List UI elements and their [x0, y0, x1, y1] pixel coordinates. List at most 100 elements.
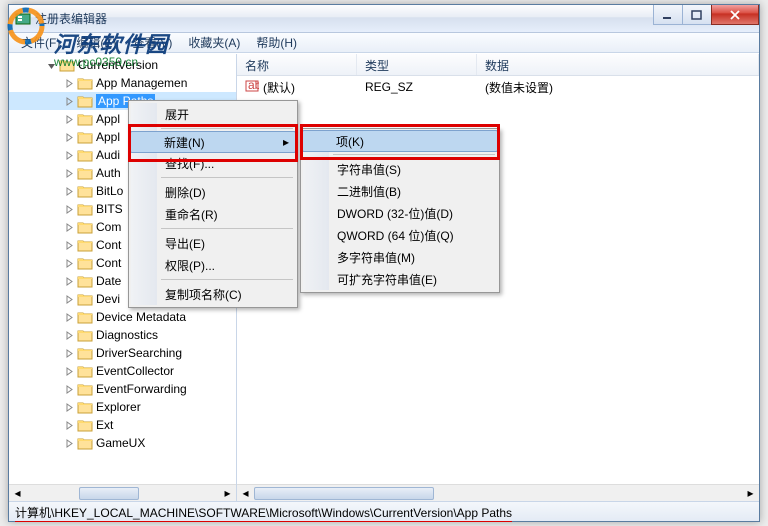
cm-new-expand[interactable]: 可扩充字符串值(E)	[303, 268, 497, 290]
tree-item[interactable]: Explorer	[9, 398, 236, 416]
menu-view[interactable]: 查看(V)	[124, 32, 180, 53]
tree-label: Auth	[96, 166, 121, 180]
col-data[interactable]: 数据	[477, 54, 759, 75]
col-name[interactable]: 名称	[237, 54, 357, 75]
expander-icon[interactable]	[63, 77, 75, 89]
cm-export[interactable]: 导出(E)	[131, 232, 295, 254]
cm-new-multi[interactable]: 多字符串值(M)	[303, 246, 497, 268]
expander-icon[interactable]	[63, 113, 75, 125]
menu-edit[interactable]: 编辑(E)	[68, 32, 124, 53]
expander-icon[interactable]	[63, 131, 75, 143]
cm-permissions[interactable]: 权限(P)...	[131, 254, 295, 276]
expander-icon[interactable]	[63, 275, 75, 287]
cm-find[interactable]: 查找(F)...	[131, 152, 295, 174]
tree-label: DriverSearching	[96, 346, 182, 360]
menu-favorites[interactable]: 收藏夹(A)	[180, 32, 248, 53]
tree-label: Device Metadata	[96, 310, 186, 324]
cm-copykey[interactable]: 复制项名称(C)	[131, 283, 295, 305]
expander-icon[interactable]	[63, 293, 75, 305]
scroll-left-icon[interactable]: ◂	[9, 485, 26, 502]
submenu-arrow-icon: ▸	[283, 135, 289, 149]
tree-label: CurrentVersion	[78, 58, 158, 72]
expander-icon[interactable]	[63, 311, 75, 323]
cm-new-key[interactable]: 项(K)	[302, 130, 498, 152]
tree-item[interactable]: Device Metadata	[9, 308, 236, 326]
tree-label: Com	[96, 220, 121, 234]
expander-icon[interactable]	[63, 257, 75, 269]
scroll-left-icon[interactable]: ◂	[237, 485, 254, 502]
app-icon	[15, 11, 31, 27]
list-header: 名称 类型 数据	[237, 54, 759, 76]
menu-file[interactable]: 文件(F)	[13, 32, 68, 53]
tree-item[interactable]: App Managemen	[9, 74, 236, 92]
context-menu-key: 展开 新建(N)▸ 查找(F)... 删除(D) 重命名(R) 导出(E) 权限…	[128, 100, 298, 308]
expander-icon[interactable]	[63, 203, 75, 215]
svg-text:ab: ab	[248, 79, 259, 92]
list-hscrollbar[interactable]: ◂ ▸	[237, 484, 759, 501]
tree-label: App Managemen	[96, 76, 187, 90]
minimize-button[interactable]	[653, 5, 683, 25]
expander-icon[interactable]	[45, 59, 57, 71]
tree-label: EventForwarding	[96, 382, 187, 396]
tree-root[interactable]: CurrentVersion	[9, 56, 236, 74]
cm-new-dword[interactable]: DWORD (32-位)值(D)	[303, 202, 497, 224]
tree-item[interactable]: GameUX	[9, 434, 236, 452]
cm-new-binary[interactable]: 二进制值(B)	[303, 180, 497, 202]
tree-label: Audi	[96, 148, 120, 162]
statusbar: 计算机\HKEY_LOCAL_MACHINE\SOFTWARE\Microsof…	[9, 501, 759, 521]
cell-name: (默认)	[263, 79, 295, 96]
scroll-right-icon[interactable]: ▸	[219, 485, 236, 502]
scroll-thumb[interactable]	[254, 487, 434, 500]
tree-label: Diagnostics	[96, 328, 158, 342]
tree-label: Devi	[96, 292, 120, 306]
scroll-thumb[interactable]	[79, 487, 139, 500]
expander-icon[interactable]	[63, 167, 75, 179]
expander-icon[interactable]	[63, 329, 75, 341]
expander-icon[interactable]	[63, 365, 75, 377]
tree-label: Explorer	[96, 400, 141, 414]
expander-icon[interactable]	[63, 437, 75, 449]
menubar: 文件(F) 编辑(E) 查看(V) 收藏夹(A) 帮助(H)	[9, 33, 759, 53]
expander-icon[interactable]	[63, 95, 75, 107]
string-value-icon: ab	[245, 79, 263, 96]
tree-hscrollbar[interactable]: ◂ ▸	[9, 484, 236, 501]
titlebar[interactable]: 注册表编辑器	[9, 5, 759, 33]
tree-item[interactable]: EventForwarding	[9, 380, 236, 398]
expander-icon[interactable]	[63, 347, 75, 359]
tree-label: BitLo	[96, 184, 123, 198]
expander-icon[interactable]	[63, 185, 75, 197]
tree-item[interactable]: Diagnostics	[9, 326, 236, 344]
cm-delete[interactable]: 删除(D)	[131, 181, 295, 203]
tree-label: BITS	[96, 202, 123, 216]
window-title: 注册表编辑器	[35, 10, 107, 27]
col-type[interactable]: 类型	[357, 54, 477, 75]
maximize-button[interactable]	[682, 5, 712, 25]
expander-icon[interactable]	[63, 221, 75, 233]
tree-label: Appl	[96, 112, 120, 126]
statusbar-path: 计算机\HKEY_LOCAL_MACHINE\SOFTWARE\Microsof…	[15, 506, 512, 522]
tree-item[interactable]: EventCollector	[9, 362, 236, 380]
cm-new-string[interactable]: 字符串值(S)	[303, 158, 497, 180]
expander-icon[interactable]	[63, 149, 75, 161]
expander-icon[interactable]	[63, 383, 75, 395]
tree-item[interactable]: Ext	[9, 416, 236, 434]
tree-label: EventCollector	[96, 364, 174, 378]
tree-label: Appl	[96, 130, 120, 144]
list-row[interactable]: ab(默认)REG_SZ(数值未设置)	[237, 78, 759, 96]
expander-icon[interactable]	[63, 419, 75, 431]
tree-label: Cont	[96, 256, 121, 270]
tree-label: Ext	[96, 418, 113, 432]
menu-help[interactable]: 帮助(H)	[248, 32, 305, 53]
tree-item[interactable]: DriverSearching	[9, 344, 236, 362]
cm-rename[interactable]: 重命名(R)	[131, 203, 295, 225]
tree-label: Date	[96, 274, 121, 288]
cm-expand[interactable]: 展开	[131, 103, 295, 125]
cm-new[interactable]: 新建(N)▸	[130, 131, 296, 153]
cm-new-qword[interactable]: QWORD (64 位)值(Q)	[303, 224, 497, 246]
tree-label: Cont	[96, 238, 121, 252]
expander-icon[interactable]	[63, 401, 75, 413]
expander-icon[interactable]	[63, 239, 75, 251]
scroll-right-icon[interactable]: ▸	[742, 485, 759, 502]
close-button[interactable]	[711, 5, 759, 25]
context-menu-new: 项(K) 字符串值(S) 二进制值(B) DWORD (32-位)值(D) QW…	[300, 128, 500, 293]
